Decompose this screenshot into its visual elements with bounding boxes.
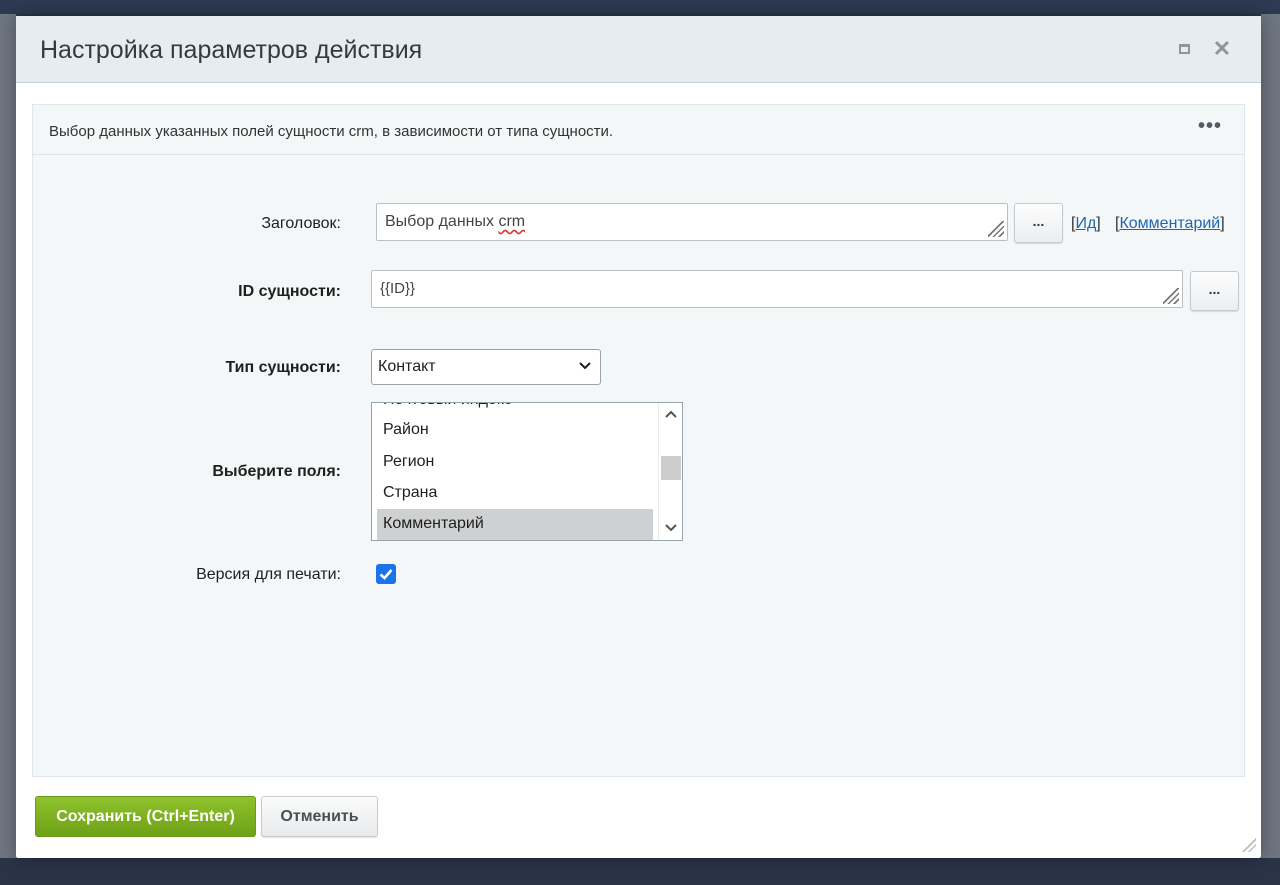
backdrop-bottom-bar: [0, 858, 1280, 885]
fields-label: Выберите поля:: [212, 463, 341, 480]
print-version-checkbox[interactable]: [376, 564, 396, 584]
list-item[interactable]: Страна: [377, 478, 653, 510]
print-version-label: Версия для печати:: [196, 566, 341, 583]
dialog-title: Настройка параметров действия: [40, 36, 423, 64]
title-input-misspelled-word: crm: [498, 213, 526, 230]
entity-type-selected: Контакт: [378, 358, 436, 375]
backdrop-left-overlay: [0, 14, 16, 858]
entity-id-insert-button[interactable]: ...: [1190, 271, 1239, 311]
list-item-selected[interactable]: Комментарий: [377, 509, 653, 540]
entity-id-label: ID сущности:: [238, 283, 341, 300]
comment-link[interactable]: Комментарий: [1119, 215, 1220, 232]
panel-description: Выбор данных указанных полей сущности cr…: [49, 123, 614, 140]
entity-id-value: {{ID}}: [380, 280, 416, 297]
entity-type-label: Тип сущности:: [225, 359, 341, 376]
dialog-header: Настройка параметров действия ✕: [16, 16, 1261, 83]
scrollbar-thumb[interactable]: [661, 456, 681, 480]
chevron-down-icon[interactable]: [663, 521, 679, 535]
backdrop-top-bar: [0, 0, 1280, 14]
fields-listbox[interactable]: Почтовый индекс Район Регион Страна Комм…: [371, 402, 683, 541]
close-icon[interactable]: ✕: [1211, 38, 1233, 60]
chevron-down-icon: [579, 362, 591, 370]
comment-link-wrapper: [Комментарий]: [1115, 215, 1225, 232]
title-label: Заголовок:: [261, 215, 341, 232]
id-link-wrapper: [Ид]: [1071, 215, 1101, 232]
entity-type-select[interactable]: Контакт: [371, 349, 601, 385]
dialog-resize-icon[interactable]: [1242, 838, 1256, 852]
list-item[interactable]: Район: [377, 415, 653, 447]
title-insert-button[interactable]: ...: [1014, 203, 1063, 243]
title-input[interactable]: Выбор данных crm: [376, 203, 1008, 241]
entity-id-input[interactable]: {{ID}}: [371, 270, 1183, 308]
id-link[interactable]: Ид: [1075, 215, 1096, 232]
maximize-icon[interactable]: [1174, 38, 1196, 60]
save-button[interactable]: Сохранить (Ctrl+Enter): [35, 796, 256, 837]
checkmark-icon: [379, 569, 393, 580]
listbox-scrollbar[interactable]: [658, 403, 682, 540]
resize-grip-icon[interactable]: [1163, 288, 1179, 304]
action-settings-dialog: Настройка параметров действия ✕ Выбор да…: [16, 16, 1261, 858]
backdrop-right-overlay: [1261, 14, 1280, 858]
list-item[interactable]: Регион: [377, 447, 653, 479]
resize-grip-icon[interactable]: [988, 221, 1004, 237]
panel-header: Выбор данных указанных полей сущности cr…: [33, 105, 1244, 155]
settings-panel: Выбор данных указанных полей сущности cr…: [32, 104, 1245, 777]
cancel-button[interactable]: Отменить: [261, 796, 378, 837]
more-options-icon[interactable]: •••: [1197, 116, 1223, 139]
chevron-up-icon[interactable]: [663, 407, 679, 421]
title-input-value: Выбор данных: [385, 213, 499, 230]
